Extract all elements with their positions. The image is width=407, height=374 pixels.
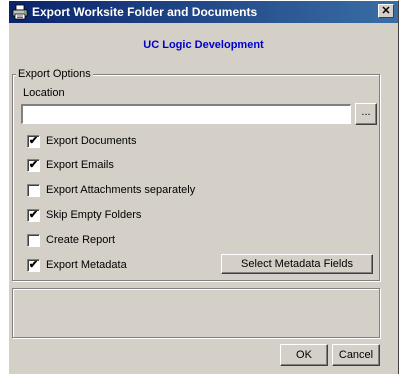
skip-empty-folders-checkbox[interactable]: ✔ xyxy=(27,208,40,222)
window-title: Export Worksite Folder and Documents xyxy=(32,5,258,19)
export-options-label: Export Options xyxy=(16,68,93,80)
create-report-checkbox[interactable] xyxy=(27,233,40,247)
checkmark-icon: ✔ xyxy=(28,158,39,171)
export-metadata-checkbox-row[interactable]: ✔ Export Metadata xyxy=(27,258,127,272)
export-emails-label: Export Emails xyxy=(46,159,114,171)
checkmark-icon: ✔ xyxy=(28,258,39,271)
cancel-button[interactable]: Cancel xyxy=(332,344,380,366)
title-bar[interactable]: Export Worksite Folder and Documents ✕ xyxy=(9,1,398,23)
export-emails-checkbox-row[interactable]: ✔ Export Emails xyxy=(27,158,114,172)
select-metadata-fields-button[interactable]: Select Metadata Fields xyxy=(221,254,373,274)
printer-icon xyxy=(12,4,28,20)
checkmark-icon: ✔ xyxy=(28,208,39,221)
export-metadata-label: Export Metadata xyxy=(46,259,127,271)
close-button[interactable]: ✕ xyxy=(378,4,394,18)
export-attachments-checkbox[interactable] xyxy=(27,183,40,197)
export-documents-checkbox[interactable]: ✔ xyxy=(27,134,40,148)
export-documents-checkbox-row[interactable]: ✔ Export Documents xyxy=(27,134,136,148)
create-report-label: Create Report xyxy=(46,234,116,246)
close-icon: ✕ xyxy=(381,5,391,17)
browse-button[interactable]: ... xyxy=(355,103,377,125)
skip-empty-folders-label: Skip Empty Folders xyxy=(46,209,142,221)
company-heading: UC Logic Development xyxy=(143,39,264,51)
export-emails-checkbox[interactable]: ✔ xyxy=(27,158,40,172)
export-documents-label: Export Documents xyxy=(46,135,137,147)
skip-empty-folders-checkbox-row[interactable]: ✔ Skip Empty Folders xyxy=(27,208,141,222)
ok-button[interactable]: OK xyxy=(280,344,328,366)
export-metadata-checkbox[interactable]: ✔ xyxy=(27,258,40,272)
export-attachments-checkbox-row[interactable]: Export Attachments separately xyxy=(27,183,195,197)
export-attachments-label: Export Attachments separately xyxy=(46,184,196,196)
create-report-checkbox-row[interactable]: Create Report xyxy=(27,233,115,247)
location-label: Location xyxy=(23,87,65,99)
status-panel xyxy=(12,288,380,338)
checkmark-icon: ✔ xyxy=(28,134,39,147)
location-input[interactable] xyxy=(21,104,351,124)
